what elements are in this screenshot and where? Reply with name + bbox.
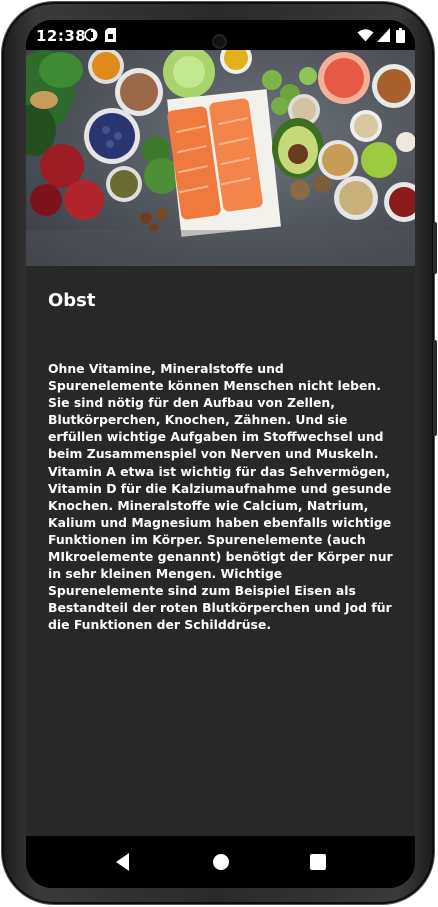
volume-button <box>433 340 437 436</box>
article-body: Ohne Vitamine, Mineralstoffe und Spurene… <box>48 361 393 633</box>
sim-card-icon <box>105 28 116 42</box>
front-camera <box>214 36 225 47</box>
food-flatlay-image <box>26 50 415 266</box>
screen: 12:38 Obst Ohne Vitamine, Mineralstoffe … <box>26 20 415 888</box>
home-icon[interactable] <box>209 850 233 874</box>
hero-image <box>26 50 415 266</box>
recents-icon[interactable] <box>306 850 330 874</box>
cellular-signal-icon <box>377 28 390 42</box>
back-icon[interactable] <box>111 850 135 874</box>
phone-frame: 12:38 Obst Ohne Vitamine, Mineralstoffe … <box>2 2 437 904</box>
navigation-bar <box>26 836 415 888</box>
article-section: Obst Ohne Vitamine, Mineralstoffe und Sp… <box>26 266 415 836</box>
battery-icon <box>396 28 405 43</box>
power-button <box>433 222 437 274</box>
app-notification-icon <box>84 28 98 42</box>
status-time: 12:38 <box>36 27 87 45</box>
wifi-icon <box>357 29 374 42</box>
article-title: Obst <box>48 290 96 311</box>
